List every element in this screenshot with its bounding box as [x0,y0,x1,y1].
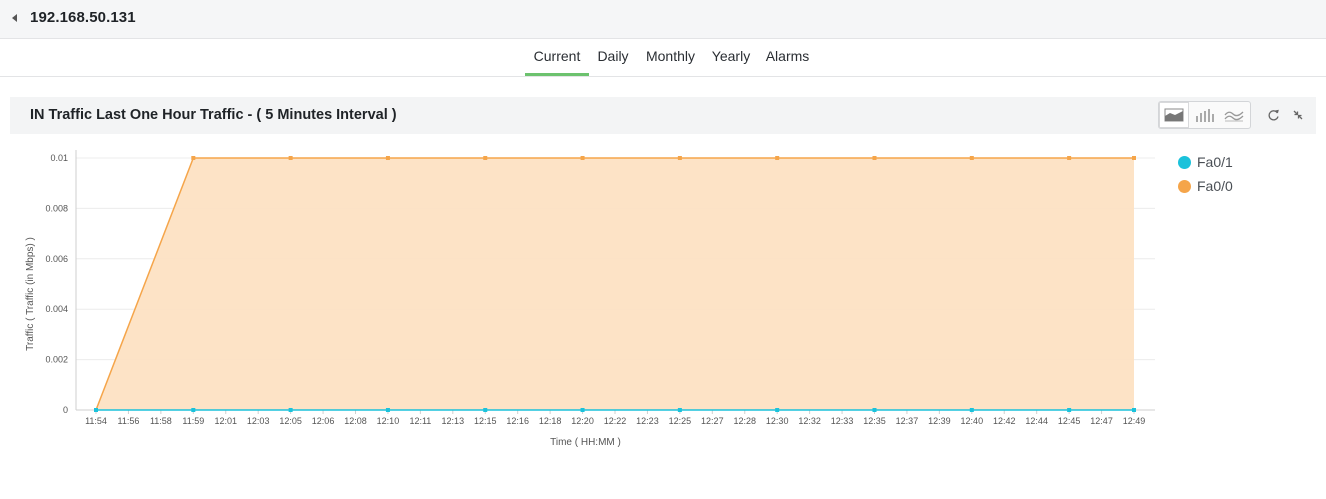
data-point-fa00 [385,156,390,160]
x-tick-label: 12:23 [636,416,659,426]
back-arrow-icon[interactable] [9,12,21,24]
legend-label: Fa0/0 [1197,178,1233,194]
page-title: 192.168.50.131 [30,9,136,26]
x-tick-label: 12:05 [279,416,302,426]
data-point-fa01 [94,408,98,412]
x-tick-label: 12:28 [733,416,756,426]
legend-dot [1178,179,1191,193]
data-point-fa00 [483,156,488,160]
x-axis-title: Time ( HH:MM ) [550,437,621,448]
legend-dot [1178,155,1191,169]
legend-item-fa01[interactable]: Fa0/1 [1178,150,1298,174]
tab-alarms[interactable]: Alarms [763,40,812,76]
x-tick-label: 12:20 [571,416,594,426]
traffic-chart: 0 0.002 0.004 0.006 0.008 0.01 11:54 11:56 11:58… [0,140,1326,470]
x-tick-label: 12:08 [344,416,367,426]
tab-current[interactable]: Current [525,40,589,76]
x-tick-label: 11:58 [150,416,172,426]
legend-label: Fa0/1 [1197,154,1233,170]
data-point-fa00 [872,156,877,160]
x-tick-label: 12:44 [1025,416,1048,426]
top-bar: 192.168.50.131 [0,0,1326,39]
data-point-fa01 [483,408,488,412]
x-tick-label: 11:54 [85,416,107,426]
y-tick-label: 0.002 [45,355,68,365]
chart-legend: Fa0/1 Fa0/0 [1178,150,1298,198]
series-area-fa00 [96,158,1134,410]
data-point-fa00 [191,156,196,160]
bar-chart-icon[interactable] [1189,102,1219,128]
x-tick-label: 12:47 [1090,416,1113,426]
x-tick-label: 12:32 [798,416,821,426]
x-tick-label: 12:37 [896,416,919,426]
x-tick-label: 12:22 [604,416,627,426]
tab-yearly[interactable]: Yearly [709,40,753,76]
x-tick-label: 12:40 [961,416,984,426]
x-tick-label: 12:27 [701,416,724,426]
data-point-fa00 [1067,156,1072,160]
x-tick-label: 12:06 [312,416,335,426]
x-tick-label: 12:18 [539,416,562,426]
y-tick-label: 0.004 [45,304,68,314]
tab-bar: Current Daily Monthly Yearly Alarms [0,40,1326,77]
area-chart-icon[interactable] [1159,102,1189,128]
chart-type-switch [1158,101,1251,129]
y-tick-label: 0 [63,405,68,415]
x-tick-label: 12:42 [993,416,1016,426]
x-tick-label: 12:10 [377,416,400,426]
x-tick-label: 12:03 [247,416,270,426]
line-chart-icon[interactable] [1219,102,1249,128]
panel-header: IN Traffic Last One Hour Traffic - ( 5 M… [10,97,1316,134]
data-point-fa01 [969,408,974,412]
x-tick-label: 12:15 [474,416,497,426]
y-axis-title: Traffic ( Traffic (in Mbps) ) [25,237,36,351]
x-tick-label: 11:56 [118,416,140,426]
data-point-fa00 [580,156,585,160]
collapse-icon[interactable] [1290,107,1306,123]
tab-daily[interactable]: Daily [594,40,632,76]
data-point-fa01 [580,408,585,412]
x-tick-label: 12:11 [409,416,431,426]
data-point-fa01 [385,408,390,412]
x-tick-label: 12:16 [506,416,529,426]
tab-monthly[interactable]: Monthly [642,40,699,76]
refresh-icon[interactable] [1265,107,1281,123]
data-point-fa00 [1132,156,1136,160]
x-tick-label: 12:25 [669,416,692,426]
x-tick-label: 12:33 [831,416,854,426]
x-tick-label: 12:45 [1058,416,1081,426]
data-point-fa01 [775,408,780,412]
x-tick-label: 12:49 [1123,416,1146,426]
data-point-fa01 [872,408,877,412]
data-point-fa01 [191,408,196,412]
data-point-fa01 [288,408,293,412]
x-tick-label: 11:59 [182,416,204,426]
y-tick-label: 0.008 [45,203,68,213]
data-point-fa00 [775,156,780,160]
y-tick-label: 0.006 [45,254,68,264]
x-tick-label: 12:39 [928,416,951,426]
y-tick-label: 0.01 [50,153,68,163]
data-point-fa00 [288,156,293,160]
x-tick-label: 12:13 [442,416,465,426]
legend-item-fa00[interactable]: Fa0/0 [1178,174,1298,198]
x-tick-label: 12:35 [863,416,886,426]
data-point-fa00 [969,156,974,160]
x-tick-label: 12:30 [766,416,789,426]
x-tick-label: 12:01 [214,416,237,426]
data-point-fa01 [1067,408,1072,412]
panel-title: IN Traffic Last One Hour Traffic - ( 5 M… [30,107,397,123]
traffic-area-chart: 0 0.002 0.004 0.006 0.008 0.01 11:54 11:56 11:58… [25,150,1155,448]
data-point-fa00 [677,156,682,160]
data-point-fa01 [677,408,682,412]
data-point-fa01 [1132,408,1136,412]
